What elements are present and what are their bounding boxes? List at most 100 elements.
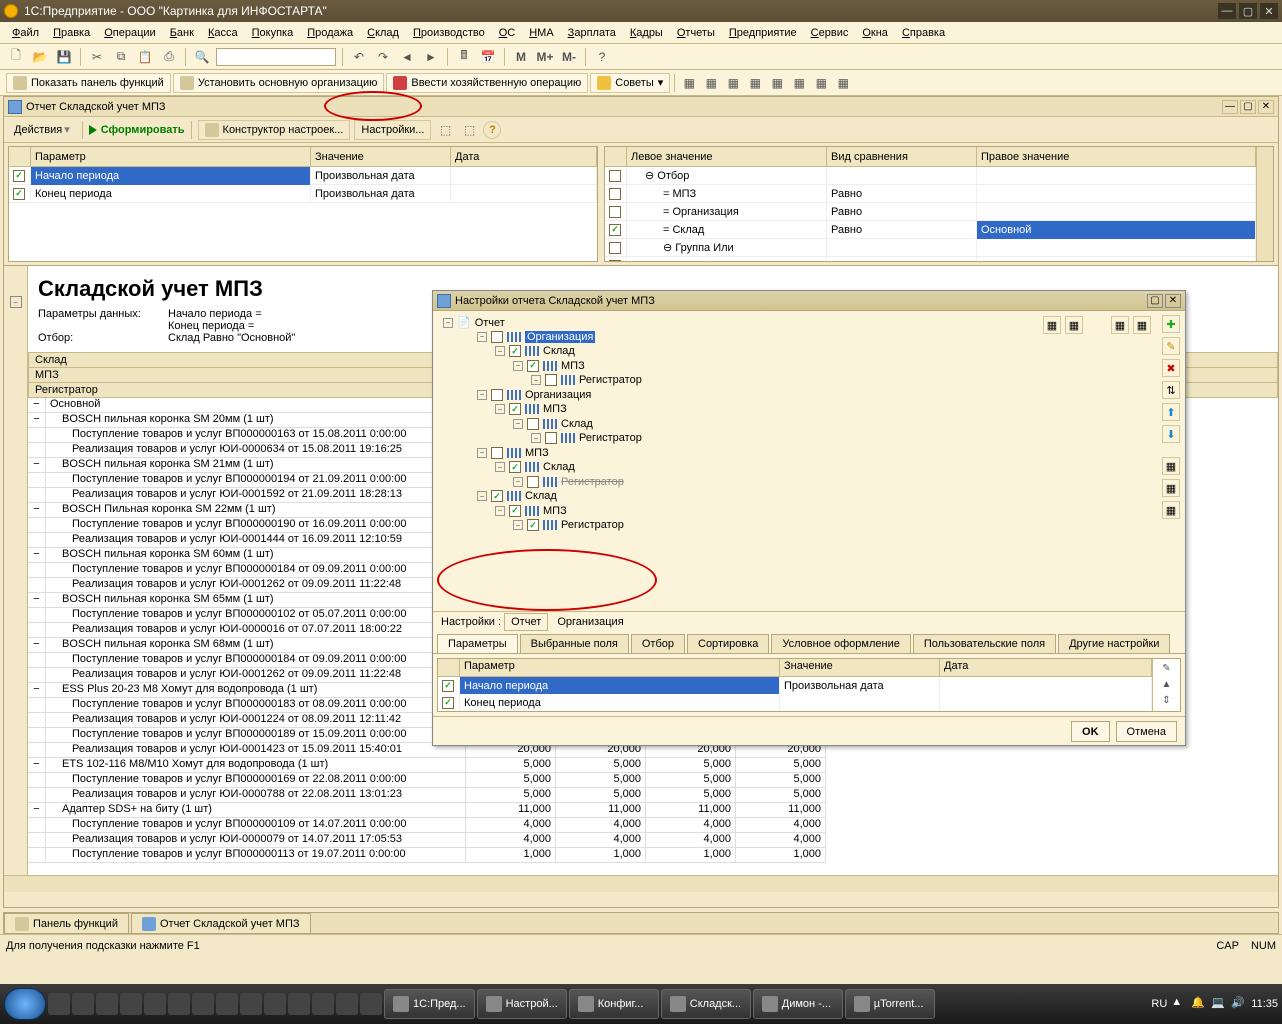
undo-icon[interactable]: ↶ xyxy=(349,47,369,67)
misc-icon-6[interactable]: ▦ xyxy=(789,73,809,93)
tree-node[interactable]: − ✓ Склад xyxy=(459,489,1151,504)
misc-icon-4[interactable]: ▦ xyxy=(745,73,765,93)
menu-item[interactable]: Касса xyxy=(202,25,244,41)
checkbox[interactable] xyxy=(609,170,621,182)
set-org-button[interactable]: Установить основную организацию xyxy=(173,73,385,93)
expand-icon[interactable]: − xyxy=(477,448,487,458)
menu-item[interactable]: Справка xyxy=(896,25,951,41)
docwin-max[interactable]: ▢ xyxy=(1240,100,1256,114)
quicklaunch-icon[interactable] xyxy=(360,993,382,1015)
checkbox[interactable] xyxy=(491,447,503,459)
checkbox[interactable]: ✓ xyxy=(509,345,521,357)
volume-icon[interactable]: 🔊 xyxy=(1231,996,1247,1012)
settings-tab[interactable]: Условное оформление xyxy=(771,634,910,653)
expand-icon[interactable]: − xyxy=(531,433,541,443)
tree-tool-icon[interactable]: ▦ xyxy=(1065,316,1083,334)
misc-icon-8[interactable]: ▦ xyxy=(833,73,853,93)
misc-icon-3[interactable]: ▦ xyxy=(723,73,743,93)
quicklaunch-icon[interactable] xyxy=(288,993,310,1015)
mminus-button[interactable]: M- xyxy=(559,47,579,67)
expand-icon[interactable]: − xyxy=(513,419,523,429)
checkbox[interactable]: ✓ xyxy=(509,403,521,415)
checkbox[interactable]: ✓ xyxy=(527,519,539,531)
filter-row[interactable]: ⊖ Отбор xyxy=(605,167,1256,185)
settings-tab[interactable]: Параметры xyxy=(437,634,518,653)
checkbox[interactable] xyxy=(527,418,539,430)
misc-icon-7[interactable]: ▦ xyxy=(811,73,831,93)
tree-node[interactable]: − Регистратор xyxy=(459,474,1151,489)
tray-icon[interactable]: 🔔 xyxy=(1191,996,1207,1012)
checkbox[interactable]: ✓ xyxy=(13,170,25,182)
taskbar-item[interactable]: µTorrent... xyxy=(845,989,935,1019)
settings-tab[interactable]: Другие настройки xyxy=(1058,634,1170,653)
menu-item[interactable]: Правка xyxy=(47,25,96,41)
tree-node[interactable]: − ✓ Склад xyxy=(459,344,1151,359)
checkbox[interactable] xyxy=(545,374,557,386)
help-icon[interactable]: ? xyxy=(592,47,612,67)
tray-icon[interactable]: 💻 xyxy=(1211,996,1227,1012)
taskbar-item[interactable]: Конфиг... xyxy=(569,989,659,1019)
calc-icon[interactable]: 🖩 xyxy=(454,47,474,67)
tool-icon-2[interactable]: ⬚ xyxy=(459,120,479,140)
docwin-min[interactable]: — xyxy=(1222,100,1238,114)
quicklaunch-icon[interactable] xyxy=(312,993,334,1015)
tool-icon[interactable]: ▦ xyxy=(1162,479,1180,497)
menu-item[interactable]: НМА xyxy=(523,25,559,41)
horizontal-scrollbar[interactable] xyxy=(4,875,1278,892)
menu-item[interactable]: Продажа xyxy=(301,25,359,41)
expand-icon[interactable]: − xyxy=(513,520,523,530)
taskbar-item[interactable]: Настрой... xyxy=(477,989,567,1019)
misc-icon-2[interactable]: ▦ xyxy=(701,73,721,93)
menu-item[interactable]: ОС xyxy=(493,25,522,41)
scrollbar[interactable] xyxy=(1256,147,1273,261)
expand-icon[interactable]: − xyxy=(513,361,523,371)
new-icon[interactable]: 🗋 xyxy=(6,47,26,67)
settings-titlebar[interactable]: Настройки отчета Складской учет МПЗ ▢ ✕ xyxy=(433,291,1185,311)
expand-icon[interactable]: − xyxy=(513,477,523,487)
tool-icon[interactable]: ▦ xyxy=(1162,501,1180,519)
report-row[interactable]: −ETS 102-116 M8/M10 Хомут для водопровод… xyxy=(28,758,1278,773)
taskbar-item[interactable]: Складск... xyxy=(661,989,751,1019)
settings-tab[interactable]: Пользовательские поля xyxy=(913,634,1056,653)
menu-item[interactable]: Файл xyxy=(6,25,45,41)
pg-edit-icon[interactable]: ✎ xyxy=(1159,661,1175,675)
scope-org[interactable]: Организация xyxy=(551,614,629,630)
quicklaunch-icon[interactable] xyxy=(72,993,94,1015)
maximize-button[interactable]: ▢ xyxy=(1239,3,1257,19)
show-panel-button[interactable]: Показать панель функций xyxy=(6,73,171,93)
checkbox[interactable]: ✓ xyxy=(509,461,521,473)
misc-icon-5[interactable]: ▦ xyxy=(767,73,787,93)
expand-icon[interactable]: − xyxy=(495,506,505,516)
down-icon[interactable]: ⬇ xyxy=(1162,425,1180,443)
open-icon[interactable]: 📂 xyxy=(30,47,50,67)
tree-node[interactable]: − ✓ МПЗ xyxy=(459,358,1151,373)
menu-item[interactable]: Кадры xyxy=(624,25,669,41)
checkbox[interactable] xyxy=(527,476,539,488)
tree-node[interactable]: − ✓ Регистратор xyxy=(459,518,1151,533)
expand-icon[interactable]: − xyxy=(495,346,505,356)
filter-row[interactable]: ✓= СкладРавноОсновной xyxy=(605,221,1256,239)
filter-row[interactable]: ⊖ Группа Или xyxy=(605,239,1256,257)
close-button[interactable]: ✕ xyxy=(1260,3,1278,19)
menu-item[interactable]: Зарплата xyxy=(562,25,622,41)
minimize-button[interactable]: — xyxy=(1218,3,1236,19)
edit-icon[interactable]: ✎ xyxy=(1162,337,1180,355)
tree-node[interactable]: − Регистратор xyxy=(459,431,1151,446)
pg-expand-icon[interactable]: ⇕ xyxy=(1159,693,1175,707)
cancel-button[interactable]: Отмена xyxy=(1116,721,1177,742)
tool-icon[interactable]: ▦ xyxy=(1162,457,1180,475)
tree-node[interactable]: − ✓ Склад xyxy=(459,460,1151,475)
mplus-button[interactable]: M+ xyxy=(535,47,555,67)
calendar-icon[interactable]: 📅 xyxy=(478,47,498,67)
checkbox[interactable] xyxy=(609,242,621,254)
menu-item[interactable]: Предприятие xyxy=(723,25,803,41)
expand-icon[interactable]: − xyxy=(495,404,505,414)
quicklaunch-icon[interactable] xyxy=(96,993,118,1015)
tree-node[interactable]: − Склад xyxy=(459,416,1151,431)
report-row[interactable]: Реализация товаров и услуг ЮИ-0000788 от… xyxy=(28,788,1278,803)
taskbar-item[interactable]: 1С:Пред... xyxy=(384,989,475,1019)
settings-button[interactable]: Настройки... xyxy=(354,120,431,140)
delete-icon[interactable]: ✖ xyxy=(1162,359,1180,377)
save-icon[interactable]: 💾 xyxy=(54,47,74,67)
clock[interactable]: 11:35 xyxy=(1251,998,1278,1010)
